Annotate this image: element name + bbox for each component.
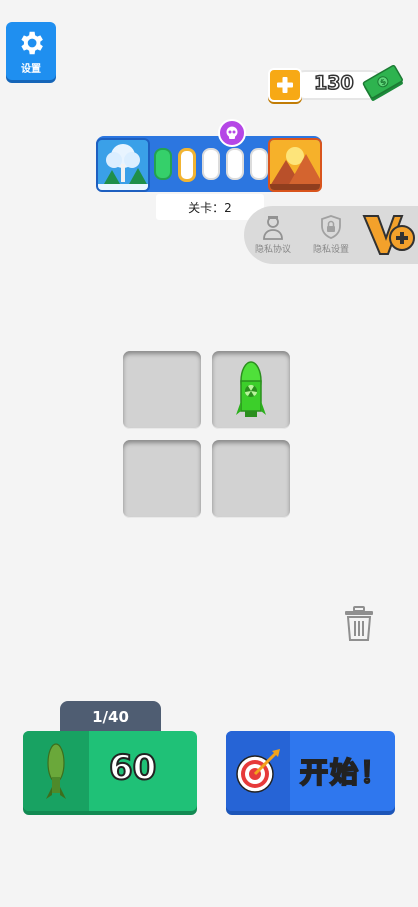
trash-icon[interactable] xyxy=(344,606,374,642)
settings-label: 设置 xyxy=(21,63,41,75)
snow-tree-icon xyxy=(98,140,148,190)
start-button[interactable]: 开始！ xyxy=(226,731,395,811)
grid-slot-2[interactable] xyxy=(212,351,290,429)
privacy-settings-button[interactable]: 隐私设置 xyxy=(306,214,356,255)
settings-button[interactable]: 设置 xyxy=(6,22,56,80)
desert-mountain-icon xyxy=(270,140,320,190)
previous-level-thumbnail xyxy=(96,138,150,192)
privacy-settings-label: 隐私设置 xyxy=(312,245,349,255)
grid-slot-1[interactable] xyxy=(123,351,201,429)
target-dart-icon xyxy=(236,749,280,793)
plus-icon xyxy=(277,77,293,93)
green-missile-icon xyxy=(46,743,66,799)
stage-indicators xyxy=(154,148,268,182)
unit-counter: 1/40 xyxy=(60,701,161,733)
cash-icon: $ xyxy=(362,64,403,101)
vs-game-logo-icon[interactable] xyxy=(362,210,418,260)
stage-pill xyxy=(154,148,172,180)
stage-pill xyxy=(178,148,196,182)
stage-pill xyxy=(250,148,268,180)
stage-pill xyxy=(226,148,244,180)
green-rocket-icon[interactable] xyxy=(236,361,266,423)
add-currency-button[interactable] xyxy=(268,68,302,102)
next-level-thumbnail xyxy=(268,138,322,192)
buy-icon-panel xyxy=(23,731,89,811)
level-progress-bar xyxy=(96,136,322,192)
privacy-agreement-label: 隐私协议 xyxy=(254,245,291,255)
stage-pill xyxy=(202,148,220,180)
currency-display: 130 $ xyxy=(268,64,403,102)
grid-slot-3[interactable] xyxy=(123,440,201,518)
shield-lock-icon xyxy=(321,215,341,239)
start-label: 开始！ xyxy=(299,755,391,790)
grid-slot-4[interactable] xyxy=(212,440,290,518)
privacy-agreement-button[interactable]: 隐私协议 xyxy=(248,214,298,255)
person-icon xyxy=(263,216,283,240)
gear-icon xyxy=(21,31,43,54)
start-icon-panel xyxy=(226,731,290,811)
boss-skull-icon xyxy=(218,119,246,147)
buy-unit-button[interactable]: 60 xyxy=(23,731,197,811)
currency-amount: 130 xyxy=(313,71,354,95)
privacy-panel: 隐私协议 隐私设置 xyxy=(244,206,418,264)
buy-price: 60 xyxy=(108,747,157,789)
